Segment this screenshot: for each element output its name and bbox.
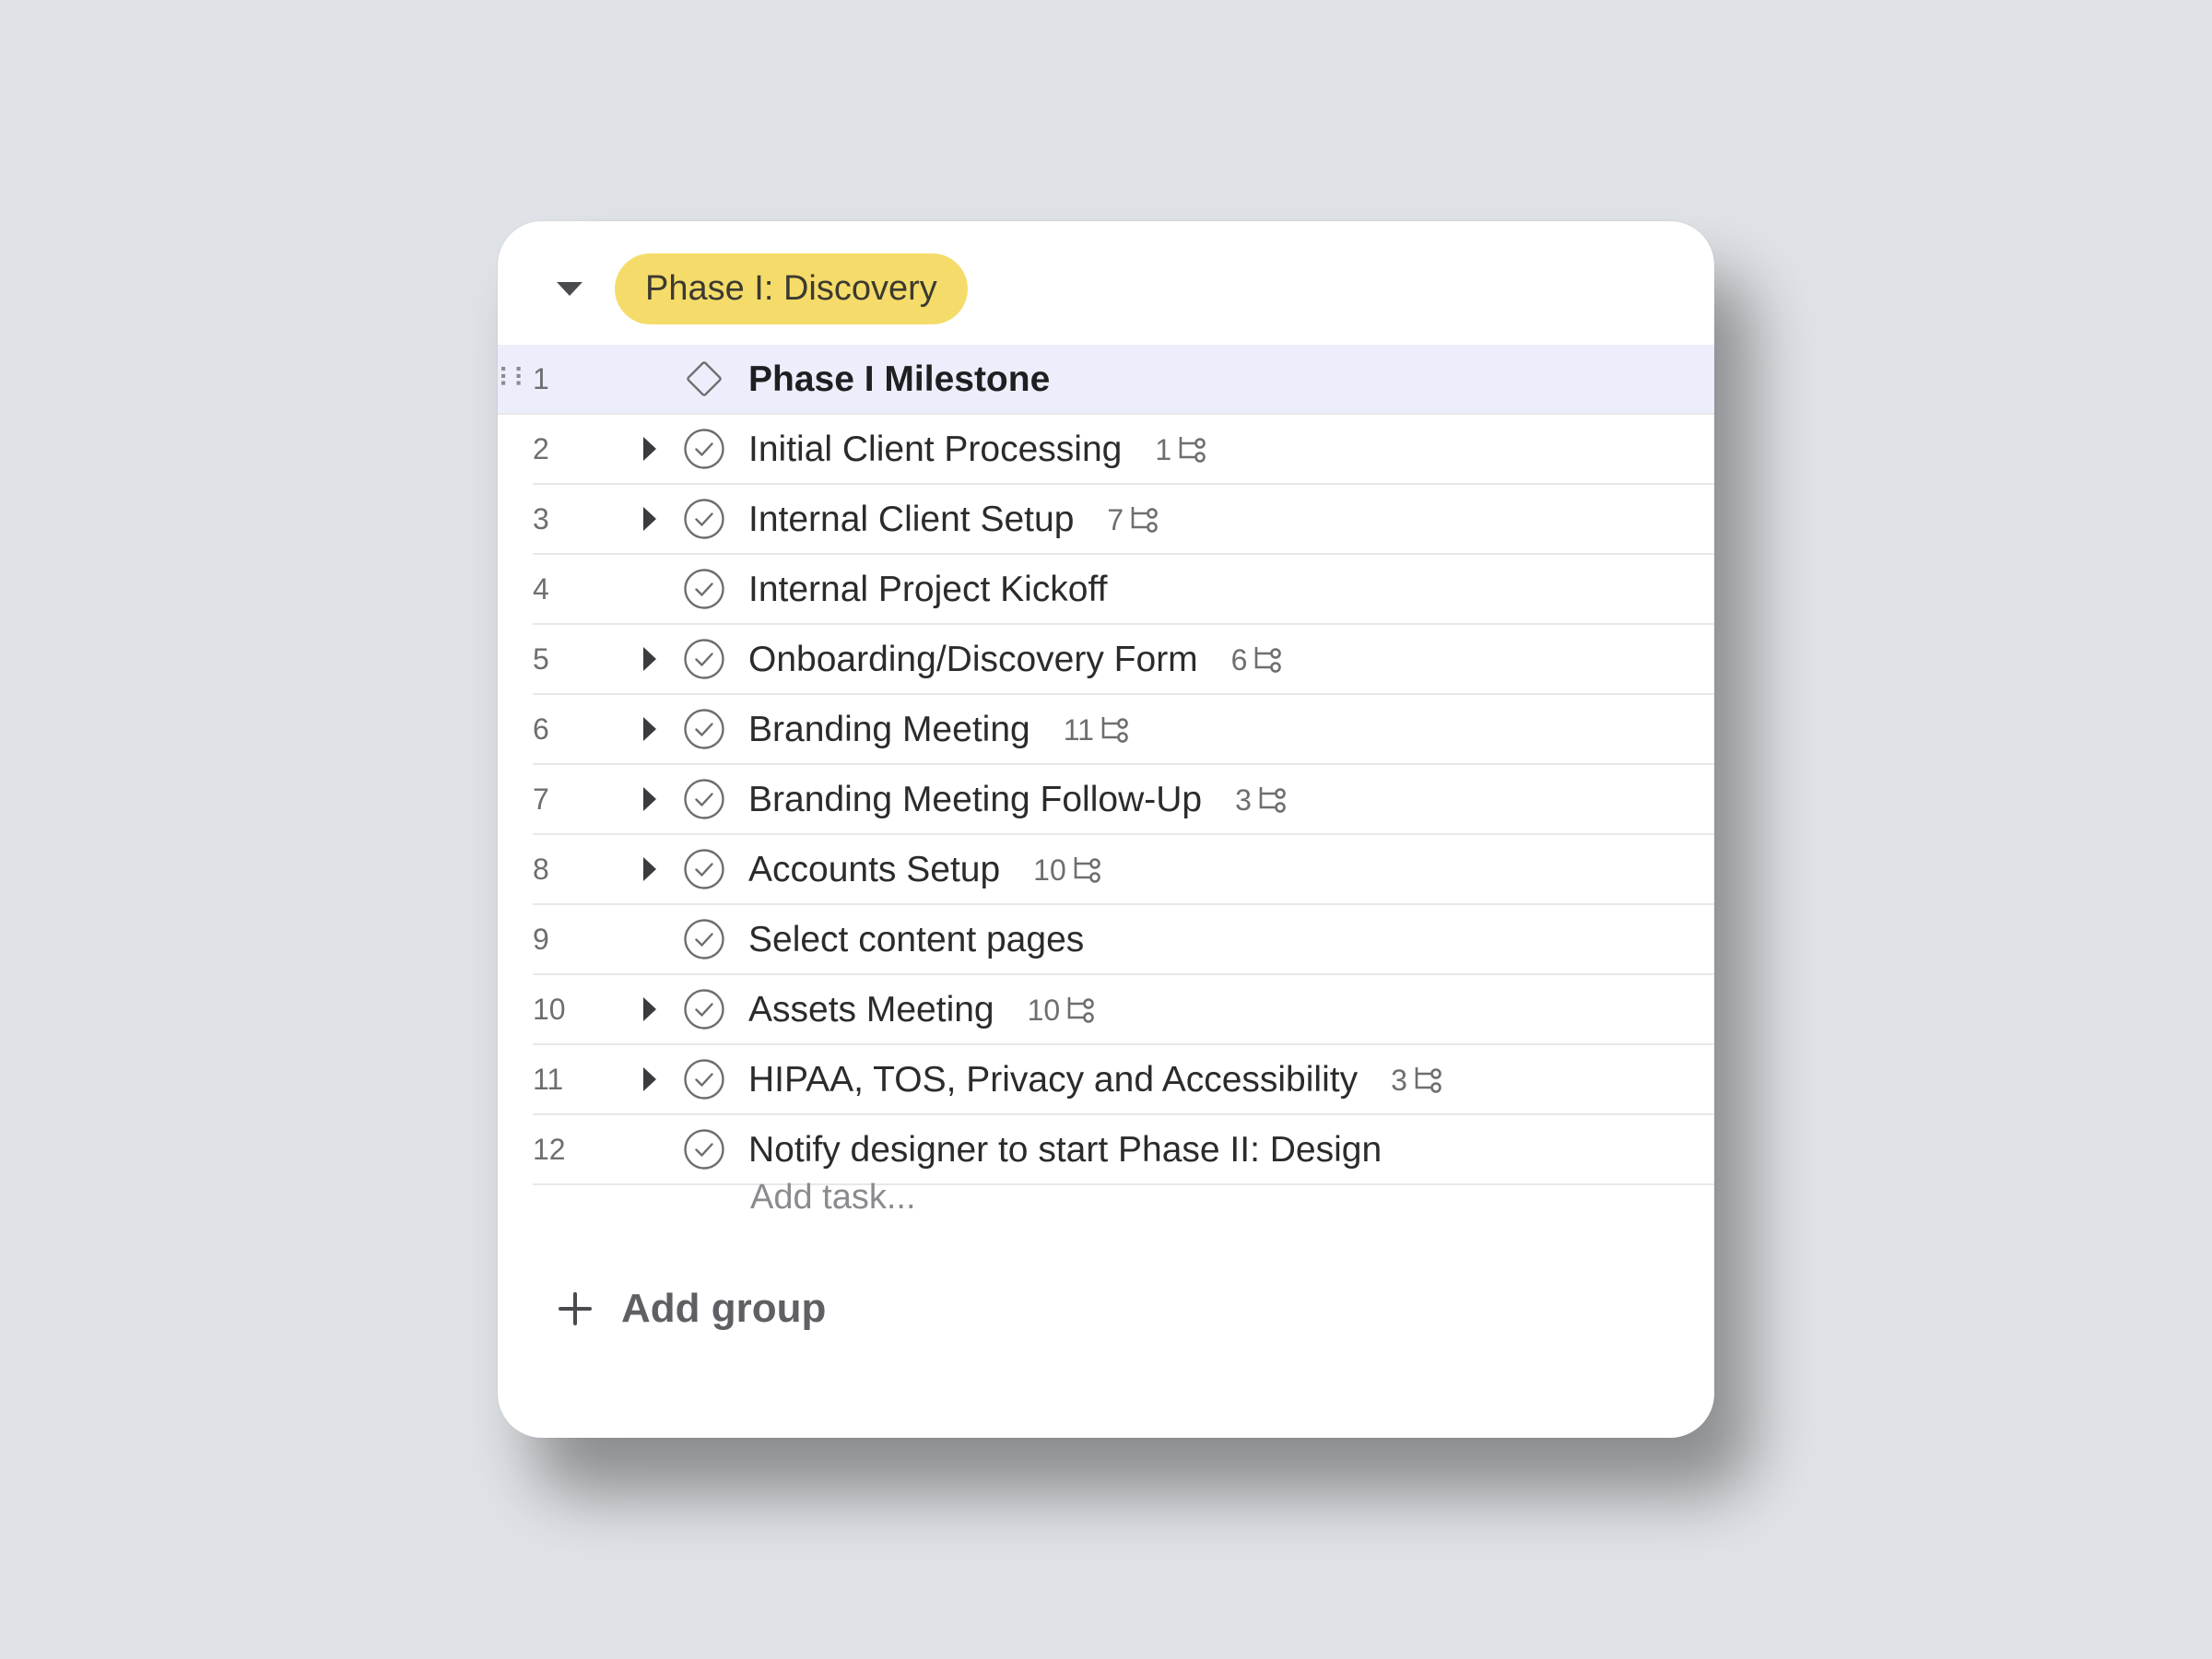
subtask-icon [1179, 437, 1206, 463]
row-number: 9 [533, 923, 549, 956]
task-title-text: Phase I Milestone [748, 359, 1051, 399]
caret-down-icon[interactable] [557, 282, 582, 296]
task-row[interactable]: 3 Internal Client Setup 7 [533, 485, 1714, 555]
complete-check-icon[interactable] [683, 1058, 725, 1100]
row-number: 7 [533, 782, 549, 816]
subtask-count[interactable]: 3 [1235, 765, 1290, 835]
task-row[interactable]: 10 Assets Meeting 10 [533, 975, 1714, 1045]
caret-right-icon[interactable] [643, 997, 656, 1021]
task-row[interactable]: 4 Internal Project Kickoff [533, 555, 1714, 625]
complete-check-icon[interactable] [683, 638, 725, 680]
row-number: 5 [533, 642, 549, 676]
subtask-count-value: 3 [1391, 1064, 1407, 1097]
subtask-count[interactable]: 11 [1064, 695, 1133, 765]
row-number: 3 [533, 502, 549, 535]
task-title[interactable]: Branding Meeting 11 [748, 695, 1133, 765]
caret-right-icon[interactable] [643, 507, 656, 531]
complete-check-icon[interactable] [683, 568, 725, 610]
drag-handle-icon[interactable]: ⠇⠇ [498, 365, 532, 393]
task-title[interactable]: Select content pages [748, 905, 1084, 975]
task-title[interactable]: Internal Project Kickoff [748, 555, 1107, 625]
subtask-icon [1131, 507, 1158, 533]
plus-icon [559, 1292, 592, 1325]
task-title[interactable]: Phase I Milestone [748, 345, 1050, 415]
task-title-text: Branding Meeting Follow-Up [748, 780, 1203, 819]
complete-check-icon[interactable] [683, 848, 725, 890]
caret-right-icon[interactable] [643, 647, 656, 671]
task-title[interactable]: Branding Meeting Follow-Up 3 [748, 765, 1290, 835]
subtask-count[interactable]: 3 [1391, 1045, 1446, 1115]
subtask-icon [1255, 647, 1282, 673]
row-number: 11 [533, 1063, 564, 1096]
caret-right-icon[interactable] [643, 857, 656, 881]
complete-check-icon[interactable] [683, 778, 725, 820]
complete-check-icon[interactable] [683, 498, 725, 540]
subtask-count-value: 6 [1230, 643, 1248, 677]
task-title-text: Internal Project Kickoff [748, 570, 1108, 609]
task-title-text: Internal Client Setup [748, 500, 1075, 539]
task-row[interactable]: 11 HIPAA, TOS, Privacy and Accessibility 3 [533, 1045, 1714, 1115]
subtask-count[interactable]: 10 [1033, 835, 1105, 905]
group-header: Phase I: Discovery [498, 221, 1714, 345]
task-list-panel: Phase I: Discovery ⠇⠇ 1 Phase I Milestone 2… [498, 221, 1714, 1438]
task-row[interactable]: ⠇⠇ 1 Phase I Milestone [498, 345, 1714, 415]
task-title[interactable]: Internal Client Setup 7 [748, 485, 1162, 555]
row-number: 2 [533, 432, 549, 465]
subtask-count[interactable]: 6 [1231, 625, 1287, 695]
row-number: 6 [533, 712, 549, 746]
task-title[interactable]: Onboarding/Discovery Form 6 [748, 625, 1286, 695]
task-title-text: Initial Client Processing [748, 429, 1123, 469]
subtask-count[interactable]: 1 [1155, 415, 1210, 485]
task-row[interactable]: 6 Branding Meeting 11 [533, 695, 1714, 765]
subtask-count-value: 10 [1027, 994, 1061, 1027]
task-title-text: HIPAA, TOS, Privacy and Accessibility [748, 1060, 1359, 1100]
subtask-icon [1415, 1067, 1441, 1093]
task-title-text: Onboarding/Discovery Form [748, 640, 1198, 679]
complete-check-icon[interactable] [683, 918, 725, 960]
add-task-row[interactable]: Add task... [533, 1163, 1714, 1231]
subtask-icon [1067, 997, 1095, 1023]
row-number: 8 [533, 853, 549, 886]
task-row[interactable]: 7 Branding Meeting Follow-Up 3 [533, 765, 1714, 835]
task-row[interactable]: 8 Accounts Setup 10 [533, 835, 1714, 905]
task-title-text: Assets Meeting [748, 990, 994, 1030]
task-row[interactable]: 9 Select content pages [533, 905, 1714, 975]
subtask-count-value: 10 [1033, 853, 1066, 887]
caret-right-icon[interactable] [643, 1067, 656, 1091]
caret-right-icon[interactable] [643, 787, 656, 811]
add-group-button[interactable]: Add group [557, 1277, 826, 1341]
subtask-icon [1074, 857, 1100, 883]
milestone-diamond-icon[interactable] [683, 358, 725, 400]
complete-check-icon[interactable] [683, 708, 725, 750]
subtask-count-value: 3 [1235, 783, 1252, 817]
task-row[interactable]: 5 Onboarding/Discovery Form 6 [533, 625, 1714, 695]
task-title[interactable]: HIPAA, TOS, Privacy and Accessibility 3 [748, 1045, 1446, 1115]
row-number: 4 [533, 572, 549, 606]
task-title-text: Select content pages [748, 920, 1085, 959]
row-number: 10 [533, 993, 566, 1026]
task-title[interactable]: Initial Client Processing 1 [748, 415, 1210, 485]
complete-check-icon[interactable] [683, 988, 725, 1030]
subtask-count-value: 7 [1107, 503, 1124, 536]
task-rows: ⠇⠇ 1 Phase I Milestone 2 Initial Client Proc… [498, 345, 1714, 1185]
complete-check-icon[interactable] [683, 428, 725, 470]
subtask-count-value: 11 [1063, 713, 1094, 747]
caret-right-icon[interactable] [643, 437, 656, 461]
subtask-icon [1259, 787, 1286, 813]
subtask-count[interactable]: 7 [1107, 485, 1162, 555]
task-title[interactable]: Assets Meeting 10 [748, 975, 1099, 1045]
add-task-input[interactable]: Add task... [750, 1163, 916, 1231]
task-row[interactable]: 2 Initial Client Processing 1 [533, 415, 1714, 485]
subtask-count[interactable]: 10 [1028, 975, 1100, 1045]
subtask-icon [1101, 717, 1128, 743]
row-number: 1 [533, 362, 549, 395]
add-group-label: Add group [621, 1286, 827, 1331]
group-name-pill[interactable]: Phase I: Discovery [615, 253, 968, 324]
task-title[interactable]: Accounts Setup 10 [748, 835, 1105, 905]
subtask-count-value: 1 [1155, 433, 1172, 466]
task-title-text: Accounts Setup [748, 850, 1001, 889]
caret-right-icon[interactable] [643, 717, 656, 741]
task-title-text: Branding Meeting [748, 710, 1030, 749]
